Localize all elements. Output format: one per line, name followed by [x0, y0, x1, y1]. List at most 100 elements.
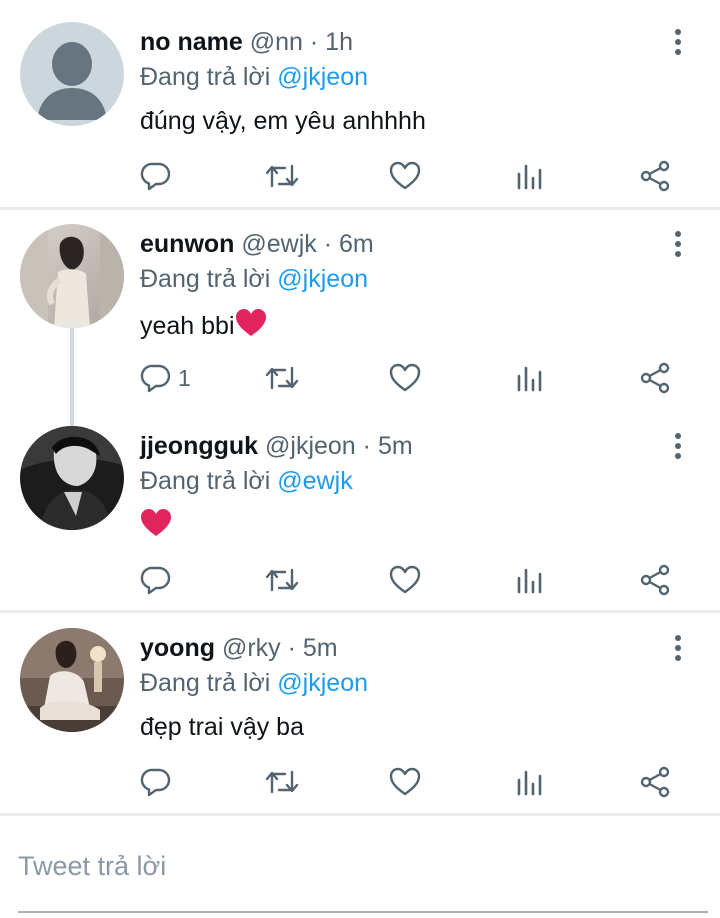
tweet-text: đẹp trai vậy ba: [140, 712, 304, 742]
like-icon: [389, 363, 421, 392]
avatar-jjeongguk[interactable]: [20, 426, 124, 530]
reply-button[interactable]: [140, 560, 178, 600]
action-bar: 1: [0, 358, 720, 398]
reply-icon: [140, 768, 171, 797]
timestamp[interactable]: 1h: [325, 28, 353, 56]
tweet-text-content: đúng vậy, em yêu anhhhh: [140, 107, 426, 135]
mention-link[interactable]: @jkjeon: [277, 63, 368, 91]
tweet-text: yeah bbi: [140, 308, 267, 345]
retweet-button[interactable]: [264, 358, 300, 398]
share-icon: [640, 160, 670, 192]
default-avatar[interactable]: [20, 22, 124, 126]
mention-link[interactable]: @jkjeon: [277, 265, 368, 293]
more-options-button[interactable]: [666, 229, 690, 259]
author-handle[interactable]: @nn: [250, 28, 303, 56]
divider: [0, 813, 720, 816]
author-name[interactable]: no name: [140, 28, 243, 56]
replying-to-label: Đang trả lời: [140, 669, 271, 697]
share-icon: [640, 766, 670, 798]
tweet-header: yoong @rky · 5m: [140, 633, 338, 663]
more-options-button[interactable]: [666, 633, 690, 663]
divider: [0, 610, 720, 613]
action-bar: [0, 762, 720, 802]
mention-link[interactable]: @jkjeon: [277, 669, 368, 697]
more-icon: [675, 231, 681, 257]
replying-to: Đang trả lời @jkjeon: [140, 264, 368, 294]
analytics-button[interactable]: [516, 156, 544, 196]
separator: ·: [309, 28, 319, 56]
timestamp[interactable]: 5m: [378, 432, 413, 460]
reply-count: 1: [178, 364, 191, 391]
separator: ·: [287, 634, 296, 662]
analytics-button[interactable]: [516, 358, 544, 398]
reply-button[interactable]: [140, 156, 178, 196]
divider: [0, 207, 720, 210]
author-name[interactable]: yoong: [140, 634, 215, 662]
more-icon: [675, 29, 681, 55]
mention-link[interactable]: @ewjk: [277, 467, 352, 495]
author-handle[interactable]: @ewjk: [241, 230, 316, 258]
author-name[interactable]: jjeongguk: [140, 432, 258, 460]
reply-icon: [140, 566, 171, 595]
more-options-button[interactable]: [666, 27, 690, 57]
avatar-eunwon[interactable]: [20, 224, 124, 328]
reply-composer: [0, 818, 720, 918]
analytics-icon: [517, 164, 542, 190]
analytics-icon: [517, 366, 542, 392]
author-handle[interactable]: @rky: [222, 634, 281, 662]
tweet-text: đúng vậy, em yêu anhhhh: [140, 106, 426, 136]
retweet-icon: [265, 568, 299, 592]
action-bar: [0, 560, 720, 600]
reply-button[interactable]: [140, 762, 178, 802]
retweet-button[interactable]: [264, 762, 300, 802]
timestamp[interactable]: 5m: [303, 634, 338, 662]
tweet-header: no name @nn · 1h: [140, 27, 353, 57]
share-button[interactable]: [640, 358, 670, 398]
tweet-text: [140, 508, 172, 545]
retweet-icon: [265, 164, 299, 188]
replying-to: Đang trả lời @jkjeon: [140, 668, 368, 698]
analytics-button[interactable]: [516, 560, 544, 600]
heart-emoji-icon: [235, 308, 267, 345]
share-button[interactable]: [640, 156, 670, 196]
retweet-icon: [265, 770, 299, 794]
like-icon: [389, 161, 421, 190]
reply-icon: [140, 364, 171, 393]
retweet-button[interactable]: [264, 560, 300, 600]
reply-input-underline: [18, 911, 708, 913]
share-icon: [640, 362, 670, 394]
separator: ·: [362, 432, 371, 460]
reply-icon: [140, 162, 171, 191]
tweet-header: jjeongguk @jkjeon · 5m: [140, 431, 413, 461]
author-handle[interactable]: @jkjeon: [265, 432, 356, 460]
like-icon: [389, 565, 421, 594]
share-button[interactable]: [640, 560, 670, 600]
separator: ·: [323, 230, 333, 258]
more-options-button[interactable]: [666, 431, 690, 461]
author-name[interactable]: eunwon: [140, 230, 234, 258]
like-button[interactable]: [389, 358, 421, 398]
retweet-icon: [265, 366, 299, 390]
tweet-text-content: đẹp trai vậy ba: [140, 713, 304, 741]
retweet-button[interactable]: [264, 156, 300, 196]
avatar-yoong[interactable]: [20, 628, 124, 732]
like-button[interactable]: [389, 156, 421, 196]
like-button[interactable]: [389, 762, 421, 802]
timestamp[interactable]: 6m: [339, 230, 374, 258]
reply-input[interactable]: [18, 846, 698, 886]
like-button[interactable]: [389, 560, 421, 600]
analytics-icon: [517, 568, 542, 594]
more-icon: [675, 635, 681, 661]
tweet-header: eunwon @ewjk · 6m: [140, 229, 374, 259]
share-button[interactable]: [640, 762, 670, 802]
action-bar: [0, 156, 720, 196]
replying-to-label: Đang trả lời: [140, 467, 271, 495]
analytics-button[interactable]: [516, 762, 544, 802]
reply-button[interactable]: 1: [140, 358, 191, 398]
more-icon: [675, 433, 681, 459]
tweet-text-content: yeah bbi: [140, 312, 235, 340]
like-icon: [389, 767, 421, 796]
replying-to-label: Đang trả lời: [140, 63, 271, 91]
analytics-icon: [517, 770, 542, 796]
replying-to-label: Đang trả lời: [140, 265, 271, 293]
